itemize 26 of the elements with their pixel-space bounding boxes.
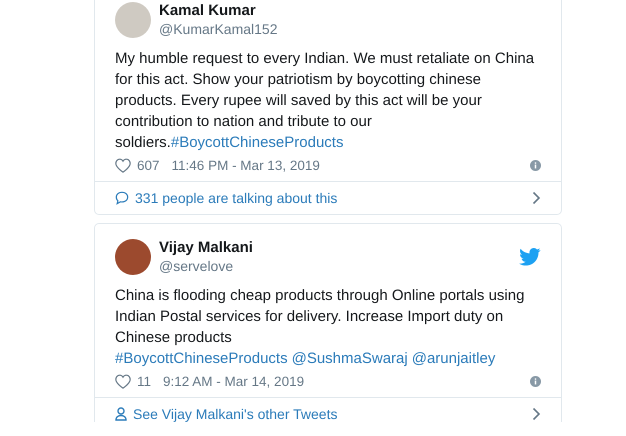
user-handle[interactable]: @servelove [159,257,511,275]
user-handle[interactable]: @KumarKamal152 [159,20,541,38]
footer-link[interactable]: 331 people are talking about this [135,190,338,206]
tweet-link[interactable]: @arunjaitley [412,350,496,367]
chevron-icon [532,407,541,421]
user-name[interactable]: Kamal Kumar [159,1,541,20]
info-icon[interactable] [530,376,541,386]
footer-link[interactable]: See Vijay Malkani's other Tweets [133,406,338,422]
tweet-link[interactable]: @SushmaSwaraj [292,350,408,367]
person-icon [115,407,127,421]
chevron-icon [532,191,541,205]
tweet-link[interactable]: #BoycottChineseProducts [170,134,344,151]
avatar-placeholder[interactable] [115,238,151,274]
tweet-link[interactable]: #BoycottChineseProducts [115,350,288,367]
info-icon[interactable] [530,160,541,170]
heart-icon[interactable] [115,158,131,172]
tweet-text: China is flooding cheap products through Online portals using Indian Postal services for delivery. Increase Import duty on Chinese products #BoycottChineseProducts @SushmaSwaraj @arunjaitley [115,286,526,369]
like-count: 11 [137,374,152,388]
tweet-timestamp[interactable]: 11:46 PM - Mar 13, 2019 [172,158,320,172]
bird-icon[interactable] [519,248,541,266]
user-name[interactable]: Vijay Malkani [159,238,511,257]
like-count: 607 [137,158,160,172]
heart-icon[interactable] [115,374,131,388]
tweet-timestamp[interactable]: 9:12 AM - Mar 14, 2019 [163,374,304,388]
tweet-text: My humble request to every Indian. We must retaliate on China for this act. Show your patriotism by boycotting chinese products. Every rupee will saved by this act will be your contribution to nation and tribute to our soldiers.#BoycottChineseProducts [115,49,536,153]
speech-bubble-icon [115,191,129,205]
